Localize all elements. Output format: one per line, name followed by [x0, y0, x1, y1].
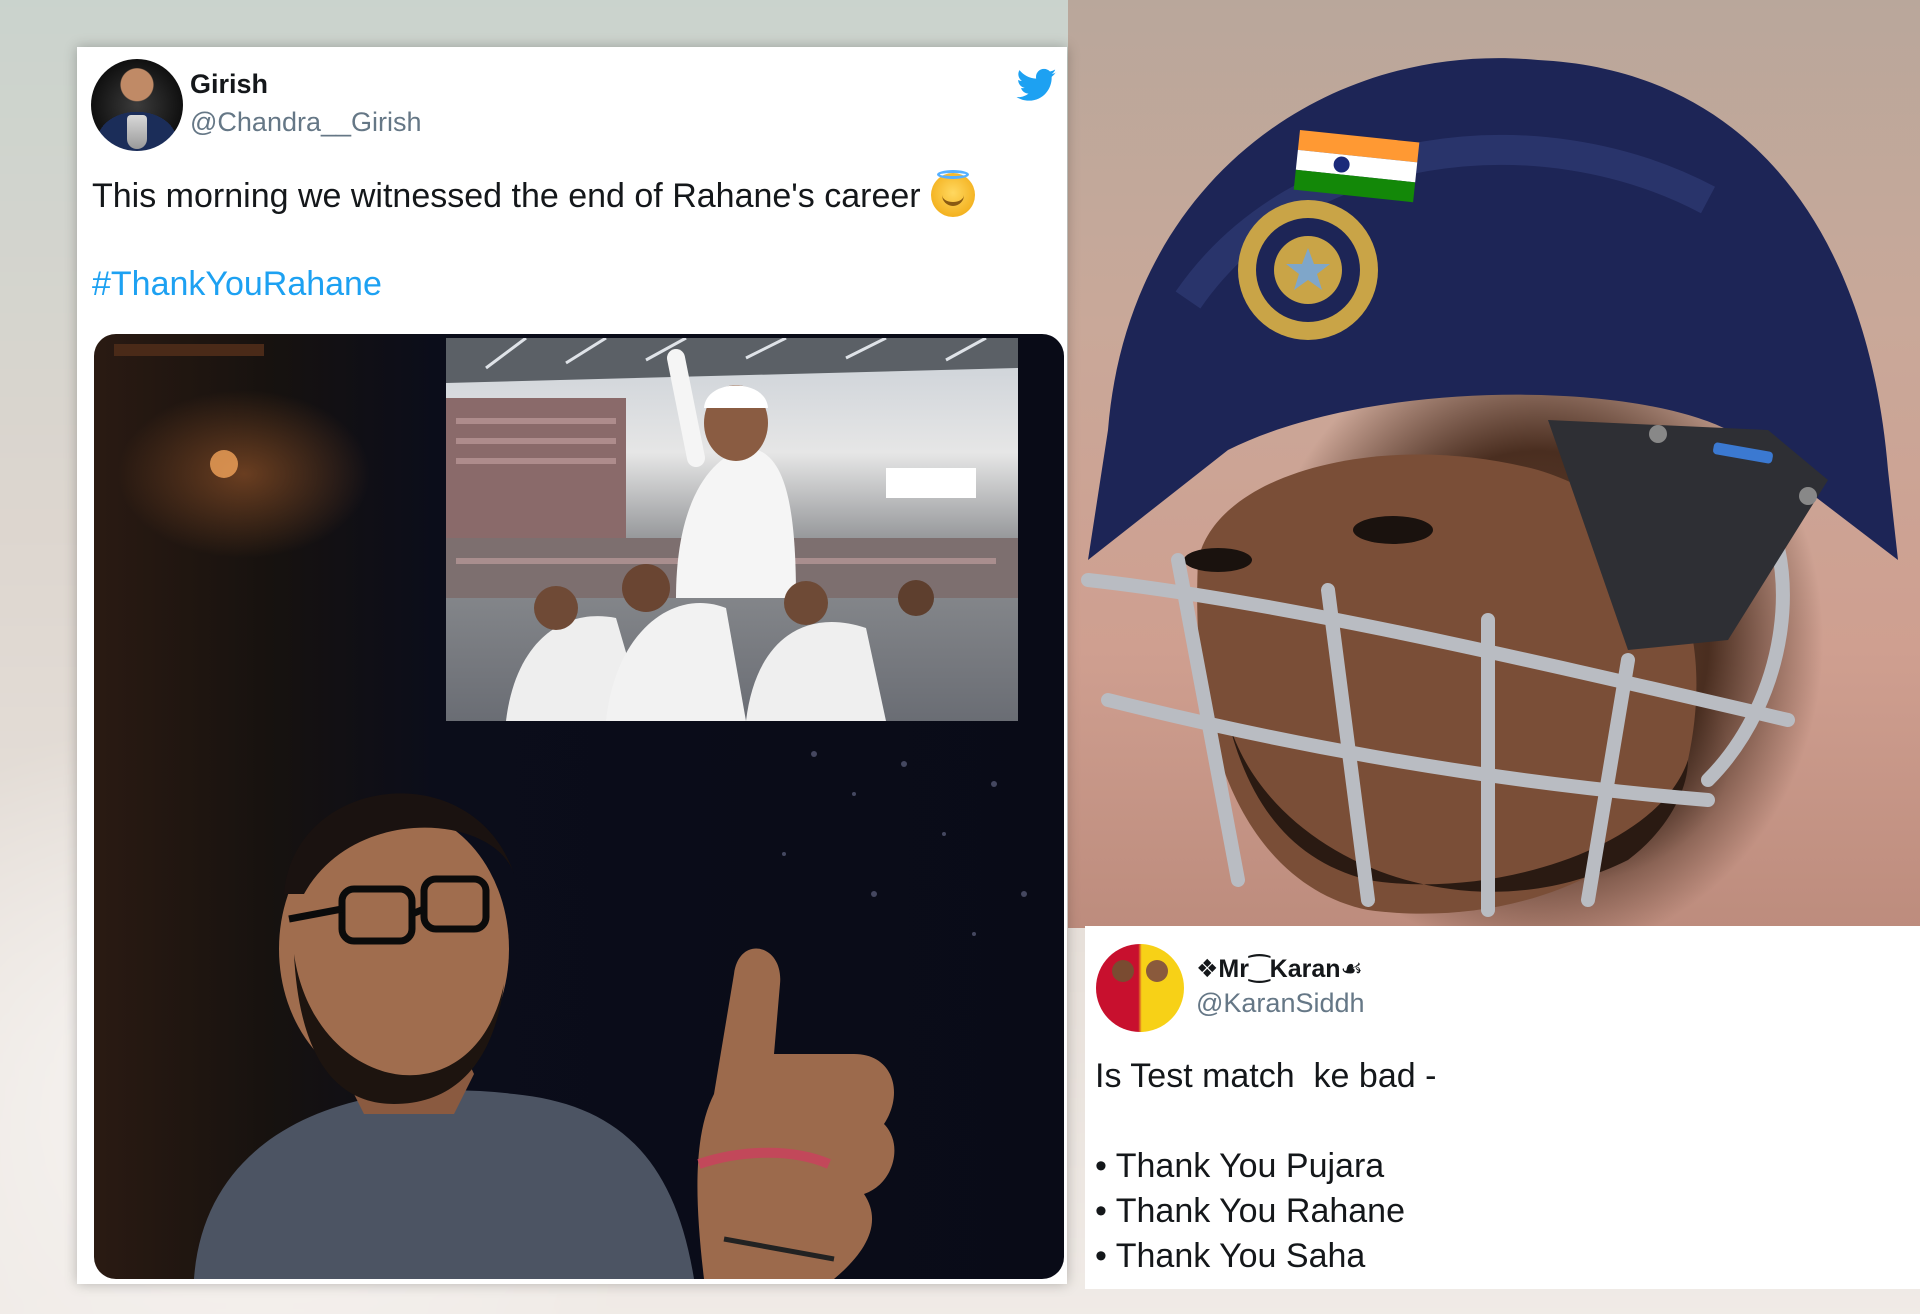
user-handle[interactable]: @KaranSiddh — [1196, 988, 1365, 1019]
cricketer-helmet-photo — [1068, 0, 1920, 928]
tweet-text-content: This morning we witnessed the end of Rah… — [92, 177, 921, 215]
tweet-text: This morning we witnessed the end of Rah… — [92, 170, 975, 217]
display-name[interactable]: ❖Mr⁐Karan☙ — [1196, 954, 1363, 984]
user-handle[interactable]: @Chandra__Girish — [190, 107, 422, 138]
display-name[interactable]: Girish — [190, 69, 268, 100]
tweet-text: Is Test match ke bad - — [1095, 1057, 1437, 1095]
avatar[interactable] — [91, 59, 183, 151]
hashtag-link[interactable]: #ThankYouRahane — [92, 265, 382, 304]
tweet-media-image[interactable] — [94, 334, 1064, 1279]
inset-celebration-photo — [446, 338, 1018, 721]
tweet-card-girish[interactable]: Girish @Chandra__Girish This morning we … — [77, 47, 1067, 1284]
smiling-face-with-halo-icon — [930, 170, 975, 217]
list-item: Thank You Saha — [1095, 1234, 1405, 1279]
twitter-bird-icon[interactable] — [1015, 65, 1059, 105]
list-item: Thank You Pujara — [1095, 1144, 1405, 1189]
tweet-list: Thank You Pujara Thank You Rahane Thank … — [1095, 1144, 1405, 1279]
tweet-card-karan[interactable]: ❖Mr⁐Karan☙ @KaranSiddh Is Test match ke … — [1085, 926, 1920, 1289]
avatar[interactable] — [1096, 944, 1184, 1032]
list-item: Thank You Rahane — [1095, 1189, 1405, 1234]
